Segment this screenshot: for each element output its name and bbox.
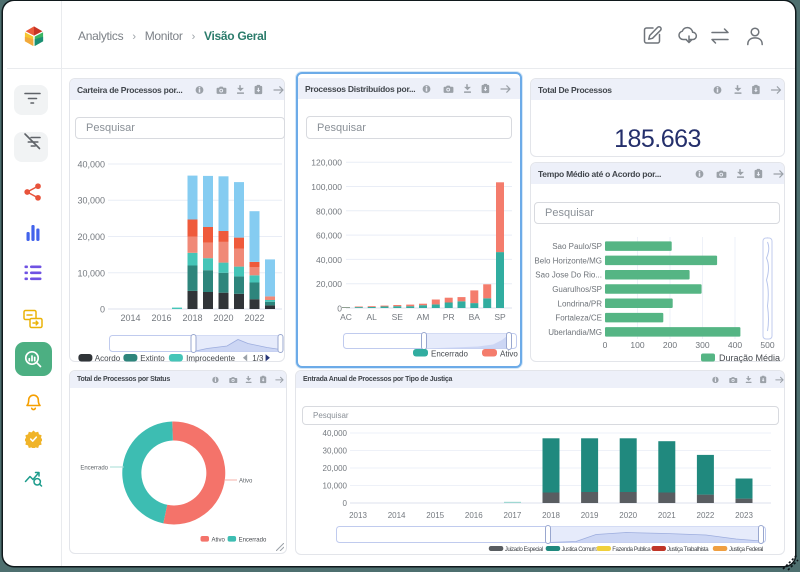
- svg-text:Uberlandia/MG: Uberlandia/MG: [548, 328, 602, 337]
- svg-text:BA: BA: [469, 312, 481, 322]
- svg-text:100: 100: [630, 340, 644, 350]
- svg-text:2022: 2022: [697, 511, 715, 520]
- svg-text:PR: PR: [443, 312, 455, 322]
- svg-text:AC: AC: [340, 312, 352, 322]
- svg-text:2014: 2014: [120, 313, 140, 323]
- svg-text:Improcedente: Improcedente: [186, 354, 235, 363]
- svg-text:Sao Paulo/SP: Sao Paulo/SP: [552, 242, 602, 251]
- svg-text:30,000: 30,000: [323, 447, 348, 456]
- svg-text:Ativo: Ativo: [212, 538, 226, 544]
- svg-text:500: 500: [760, 340, 774, 350]
- svg-text:Justica Comum: Justica Comum: [562, 547, 598, 553]
- svg-text:Londrina/PR: Londrina/PR: [558, 299, 603, 308]
- svg-text:10,000: 10,000: [323, 482, 348, 491]
- svg-text:Juizado Especial: Juizado Especial: [505, 547, 543, 553]
- svg-text:30,000: 30,000: [77, 196, 105, 206]
- svg-text:40,000: 40,000: [323, 429, 348, 438]
- svg-text:300: 300: [695, 340, 709, 350]
- svg-text:Acordo: Acordo: [95, 354, 121, 363]
- svg-text:SE: SE: [392, 312, 404, 322]
- svg-text:40,000: 40,000: [77, 160, 105, 170]
- svg-text:2022: 2022: [244, 313, 264, 323]
- svg-text:2013: 2013: [349, 511, 367, 520]
- svg-text:20,000: 20,000: [323, 464, 348, 473]
- svg-text:20,000: 20,000: [77, 232, 105, 242]
- svg-text:Fortaleza/CE: Fortaleza/CE: [555, 314, 602, 323]
- svg-text:2020: 2020: [213, 313, 233, 323]
- svg-text:400: 400: [728, 340, 742, 350]
- svg-text:Ativo: Ativo: [239, 479, 253, 485]
- svg-text:Duração Média: Duração Média: [719, 353, 780, 363]
- svg-text:Belo Horizonte/MG: Belo Horizonte/MG: [534, 256, 602, 265]
- svg-text:0: 0: [343, 499, 348, 508]
- svg-text:2016: 2016: [151, 313, 171, 323]
- svg-text:2015: 2015: [426, 511, 444, 520]
- svg-text:2019: 2019: [581, 511, 599, 520]
- svg-text:2017: 2017: [504, 511, 522, 520]
- svg-text:Justiça Federal: Justiça Federal: [729, 547, 763, 553]
- svg-text:2016: 2016: [465, 511, 483, 520]
- svg-text:1/3: 1/3: [252, 354, 264, 363]
- svg-text:AM: AM: [417, 312, 430, 322]
- svg-text:2023: 2023: [735, 511, 753, 520]
- svg-text:AL: AL: [366, 312, 377, 322]
- svg-text:0: 0: [100, 305, 105, 315]
- svg-text:2020: 2020: [619, 511, 637, 520]
- svg-text:Encerrado: Encerrado: [431, 350, 468, 359]
- svg-text:SP: SP: [494, 312, 506, 322]
- svg-text:2018: 2018: [182, 313, 202, 323]
- svg-text:Encerrado: Encerrado: [239, 538, 267, 544]
- svg-text:Encerrado: Encerrado: [80, 466, 108, 472]
- svg-text:Sao Jose Do Rio...: Sao Jose Do Rio...: [535, 271, 602, 280]
- svg-text:2021: 2021: [658, 511, 676, 520]
- svg-text:Extinto: Extinto: [140, 354, 165, 363]
- svg-text:Guarulhos/SP: Guarulhos/SP: [552, 285, 602, 294]
- svg-text:200: 200: [663, 340, 677, 350]
- svg-text:2018: 2018: [542, 511, 560, 520]
- svg-text:Ativo: Ativo: [500, 350, 518, 359]
- svg-text:10,000: 10,000: [77, 268, 105, 278]
- svg-text:2014: 2014: [388, 511, 406, 520]
- svg-text:Fazenda Publica: Fazenda Publica: [612, 547, 651, 553]
- svg-text:0: 0: [603, 340, 608, 350]
- svg-text:Justiça Trabalhista: Justiça Trabalhista: [667, 547, 709, 553]
